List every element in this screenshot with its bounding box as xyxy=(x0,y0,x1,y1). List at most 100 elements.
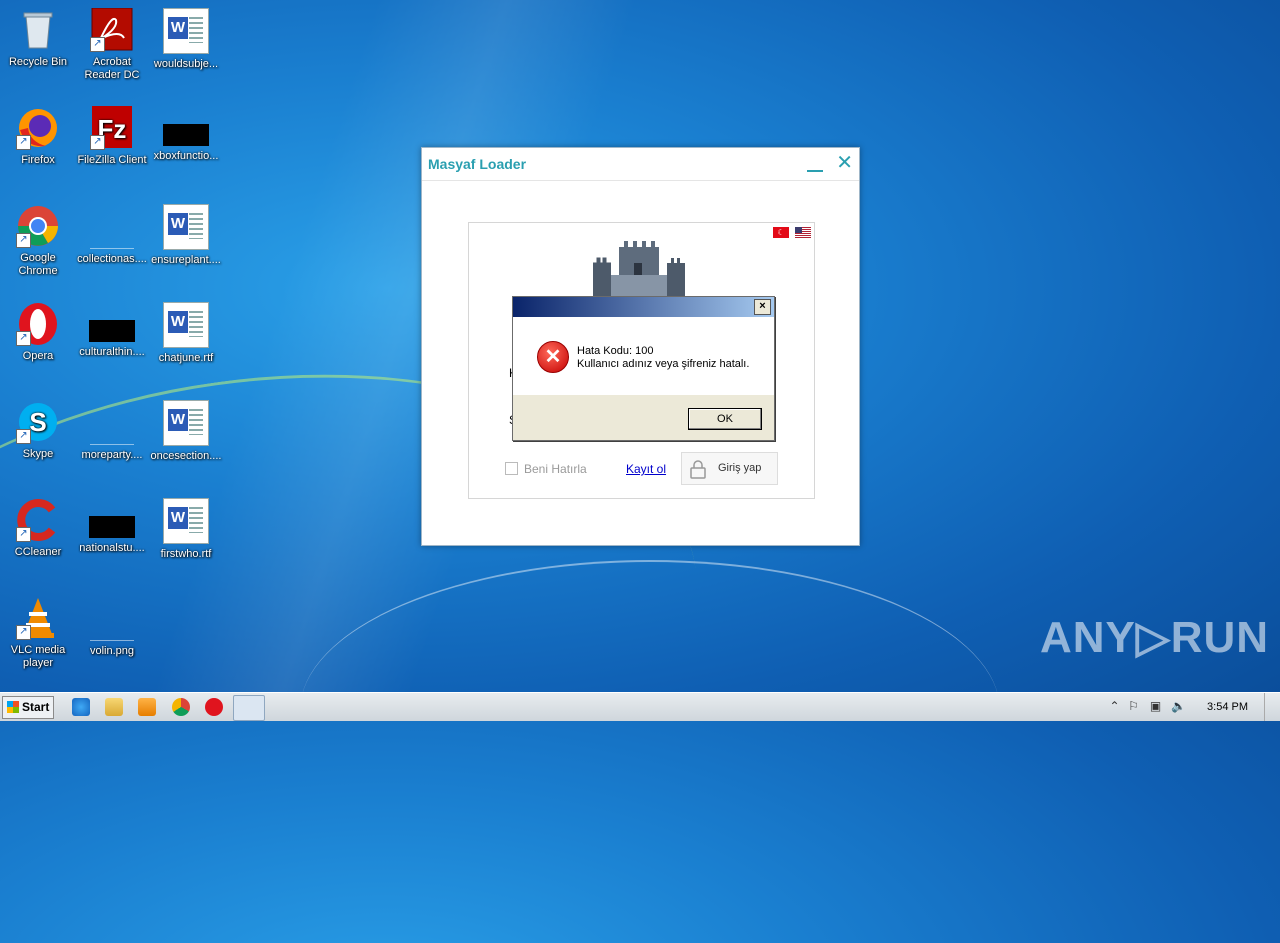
dialog-body: ✕ Hata Kodu: 100 Kullanıcı adınız veya ş… xyxy=(513,317,774,395)
desktop-icon-label: wouldsubje... xyxy=(153,58,219,70)
desktop-icon-ensureplant[interactable]: ensureplant.... xyxy=(148,204,224,267)
redacted-file-icon xyxy=(89,320,135,342)
window-titlebar[interactable]: Masyaf Loader ✕ xyxy=(422,148,859,181)
lock-icon xyxy=(690,460,706,479)
desktop-icon-label: moreparty.... xyxy=(81,449,143,461)
taskbar-clock[interactable]: 3:54 PM xyxy=(1207,701,1248,713)
desktop-icon-culturalthin[interactable]: culturalthin.... xyxy=(74,302,150,359)
word-document-icon xyxy=(163,8,209,54)
desktop-icon-recycle-bin[interactable]: Recycle Bin xyxy=(0,8,76,69)
ok-button[interactable]: OK xyxy=(688,408,762,430)
remember-me-checkbox[interactable]: Beni Hatırla xyxy=(505,462,587,476)
desktop-icon-filezilla[interactable]: Fz ↗ FileZilla Client xyxy=(74,106,150,167)
desktop-icon-label: Recycle Bin xyxy=(8,56,68,68)
desktop-icon-opera[interactable]: ↗ Opera xyxy=(0,302,76,363)
desktop-icon-label: VLC media player xyxy=(10,644,66,669)
desktop-icon-moreparty[interactable]: moreparty.... xyxy=(74,400,150,462)
desktop-icon-collectionas[interactable]: collectionas.... xyxy=(74,204,150,266)
desktop-icon-label: volin.png xyxy=(89,645,135,657)
window-title: Masyaf Loader xyxy=(428,156,527,172)
redacted-file-icon xyxy=(163,124,209,146)
shortcut-arrow-icon: ↗ xyxy=(90,37,105,52)
us-flag-icon[interactable] xyxy=(795,227,811,238)
minimize-button[interactable] xyxy=(807,156,823,172)
desktop-icon-firstwho[interactable]: firstwho.rtf xyxy=(148,498,224,561)
desktop-icon-label: firstwho.rtf xyxy=(160,548,212,560)
show-hidden-icons-icon[interactable]: ⌃ xyxy=(1108,700,1121,713)
word-document-icon xyxy=(163,400,209,446)
opera-taskbar-icon[interactable] xyxy=(205,698,223,716)
show-desktop-button[interactable] xyxy=(1264,693,1280,721)
opera-icon: ↗ xyxy=(16,302,60,346)
vlc-icon: ↗ xyxy=(16,596,60,640)
file-explorer-icon[interactable] xyxy=(105,698,123,716)
shortcut-arrow-icon: ↗ xyxy=(16,135,31,150)
ccleaner-icon: ↗ xyxy=(16,498,60,542)
dialog-close-button[interactable]: × xyxy=(754,299,771,315)
error-code-text: Hata Kodu: 100 xyxy=(577,345,654,357)
word-document-icon xyxy=(163,498,209,544)
desktop-icon-firefox[interactable]: ↗ Firefox xyxy=(0,106,76,167)
desktop-icon-label: culturalthin.... xyxy=(79,346,145,358)
acrobat-reader-icon: ↗ xyxy=(90,7,134,52)
close-button[interactable]: ✕ xyxy=(836,153,853,173)
desktop-icon-oncesection[interactable]: oncesection.... xyxy=(148,400,224,463)
firefox-icon: ↗ xyxy=(16,106,60,150)
desktop-icon-nationalstu[interactable]: nationalstu.... xyxy=(74,498,150,555)
redacted-file-icon xyxy=(89,516,135,538)
checkbox-box[interactable] xyxy=(505,462,518,475)
remember-me-label: Beni Hatırla xyxy=(524,462,587,476)
network-icon[interactable]: ▣ xyxy=(1149,700,1162,713)
start-button[interactable]: Start xyxy=(2,696,54,719)
desktop-icon-skype[interactable]: S ↗ Skype xyxy=(0,400,76,461)
register-link[interactable]: Kayıt ol xyxy=(626,462,666,476)
desktop-icon-label: ensureplant.... xyxy=(151,254,221,266)
shortcut-arrow-icon: ↗ xyxy=(90,135,105,150)
desktop-icon-label: Acrobat Reader DC xyxy=(84,56,140,81)
blank-file-icon xyxy=(90,204,134,249)
shortcut-arrow-icon: ↗ xyxy=(16,429,31,444)
desktop-icon-wouldsubje[interactable]: wouldsubje... xyxy=(148,8,224,71)
desktop-icon-label: CCleaner xyxy=(14,546,62,558)
desktop-icon-label: xboxfunctio... xyxy=(153,150,219,162)
desktop-icon-label: oncesection.... xyxy=(150,450,222,462)
desktop-icon-label: nationalstu.... xyxy=(79,542,145,554)
word-document-icon xyxy=(163,302,209,348)
desktop-icon-label: Firefox xyxy=(21,154,55,166)
action-center-flag-icon[interactable]: ⚐ xyxy=(1127,700,1140,713)
desktop-icon-label: Opera xyxy=(22,350,54,362)
filezilla-icon: Fz ↗ xyxy=(90,106,134,150)
desktop-icon-label: chatjune.rtf xyxy=(158,352,214,364)
login-button-label: Giriş yap xyxy=(718,462,762,474)
recycle-bin-icon xyxy=(16,8,60,52)
shortcut-arrow-icon: ↗ xyxy=(16,527,31,542)
desktop-icon-ccleaner[interactable]: ↗ CCleaner xyxy=(0,498,76,559)
login-button[interactable]: Giriş yap xyxy=(681,452,778,485)
desktop-icon-chrome[interactable]: ↗ Google Chrome xyxy=(0,204,76,278)
desktop-icon-chatjune[interactable]: chatjune.rtf xyxy=(148,302,224,365)
desktop-icon-vlc[interactable]: ↗ VLC media player xyxy=(0,596,76,670)
desktop-icon-volin[interactable]: volin.png xyxy=(74,596,150,658)
desktop-icon-acrobat[interactable]: ↗ Acrobat Reader DC xyxy=(74,7,150,82)
chrome-taskbar-icon[interactable] xyxy=(172,698,190,716)
volume-icon[interactable]: 🔈 xyxy=(1171,700,1186,713)
internet-explorer-icon[interactable] xyxy=(72,698,90,716)
taskbar: Start ⌃ ⚐ ▣ 🔈 3:54 PM xyxy=(0,692,1280,721)
media-player-icon[interactable] xyxy=(138,698,156,716)
turkish-flag-icon[interactable]: ☾ xyxy=(773,227,789,238)
desktop-icon-label: Google Chrome xyxy=(18,252,58,277)
error-icon: ✕ xyxy=(537,341,569,373)
desktop-icon-label: collectionas.... xyxy=(77,253,147,265)
word-document-icon xyxy=(163,204,209,250)
start-label: Start xyxy=(22,700,50,714)
desktop-icon-xboxfunctio[interactable]: xboxfunctio... xyxy=(148,106,224,163)
skype-icon: S ↗ xyxy=(16,400,60,444)
svg-text:S: S xyxy=(29,407,46,437)
dialog-titlebar[interactable]: × xyxy=(513,297,774,317)
windows-logo-icon xyxy=(7,701,19,713)
desktop-icon-label: FileZilla Client xyxy=(77,154,147,166)
error-message-text: Kullanıcı adınız veya şifreniz hatalı. xyxy=(577,358,750,370)
blank-file-icon xyxy=(90,400,134,445)
masyaf-loader-taskbar-button[interactable] xyxy=(233,695,265,721)
desktop-icon-label: Skype xyxy=(22,448,54,460)
